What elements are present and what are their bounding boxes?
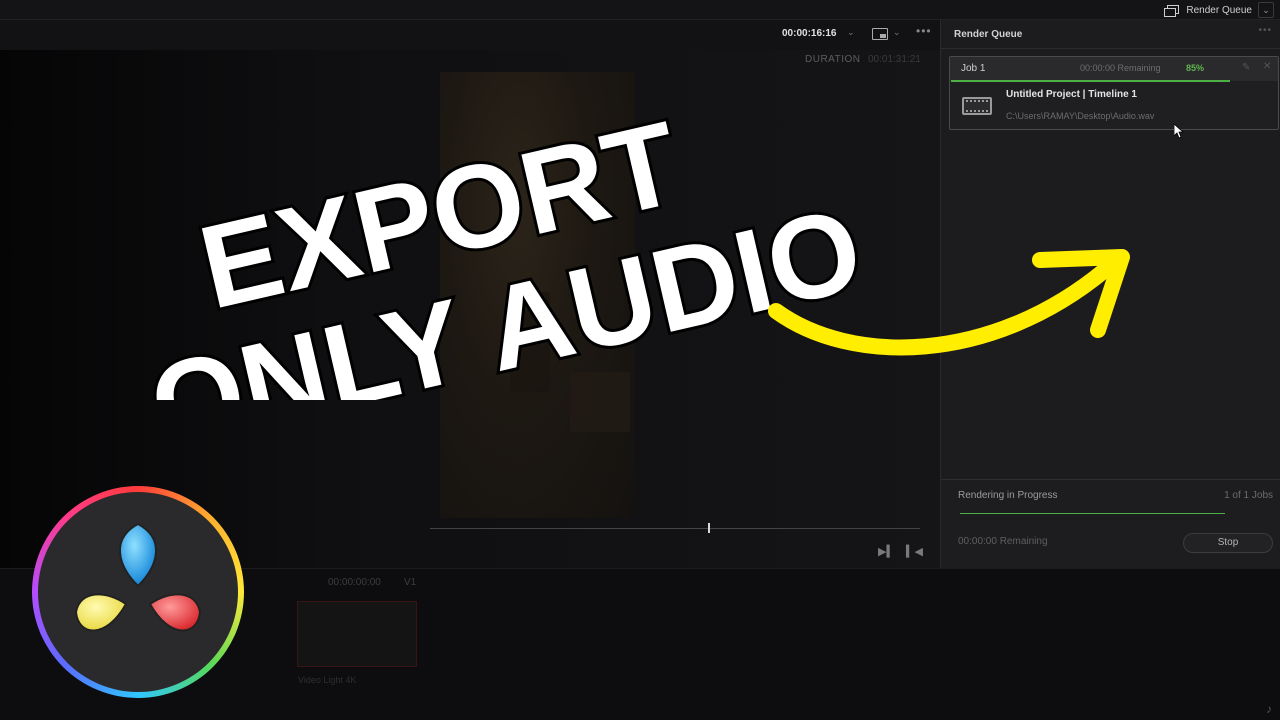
render-queue-icon xyxy=(1164,4,1180,17)
more-options-icon[interactable]: ••• xyxy=(1258,25,1272,36)
job-progress-bar xyxy=(951,80,1230,82)
cursor-icon xyxy=(1174,124,1184,139)
timeline-clip-name: Video Light 4K xyxy=(298,675,357,685)
render-queue-toggle[interactable]: Render Queue xyxy=(1164,0,1252,20)
edit-icon[interactable]: ✎ xyxy=(1242,62,1250,73)
job-remaining: 00:00:00 Remaining xyxy=(1080,63,1161,73)
previous-clip-icon[interactable]: ▍◀ xyxy=(906,545,923,558)
timeline-timecode: 00:00:00:00 xyxy=(328,577,381,588)
more-options-icon[interactable]: ••• xyxy=(916,24,932,38)
scrubber-track[interactable] xyxy=(430,528,920,529)
job-percent: 85% xyxy=(1186,63,1205,73)
job-output-path: C:\Users\RAMAY\Desktop\Audio.wav xyxy=(1006,111,1155,121)
render-status-label: Rendering in Progress xyxy=(958,490,1058,501)
film-icon xyxy=(962,97,992,115)
top-bar: Render Queue ⌄ xyxy=(0,0,1280,20)
render-status-footer: Rendering in Progress 1 of 1 Jobs 00:00:… xyxy=(941,479,1280,568)
render-queue-toggle-label: Render Queue xyxy=(1186,4,1252,16)
music-note-icon[interactable]: ♪ xyxy=(1266,702,1272,716)
chevron-down-icon[interactable]: ⌄ xyxy=(893,27,901,38)
divider xyxy=(941,48,1280,49)
render-job-header: Job 1 00:00:00 Remaining 85% ✎ ✕ xyxy=(950,57,1278,81)
stop-button[interactable]: Stop xyxy=(1183,533,1273,553)
close-icon[interactable]: ✕ xyxy=(1263,61,1271,72)
track-label: V1 xyxy=(404,577,417,588)
davinci-resolve-logo xyxy=(32,486,244,698)
chevron-down-icon[interactable]: ⌄ xyxy=(847,27,855,38)
render-job-count: 1 of 1 Jobs xyxy=(1224,490,1273,501)
viewer-options-icon[interactable] xyxy=(872,28,888,40)
viewer-timecode[interactable]: 00:00:16:16 xyxy=(782,28,836,39)
render-queue-title: Render Queue xyxy=(954,29,1023,40)
next-frame-icon[interactable]: ▶▍ xyxy=(878,545,895,558)
arrow-icon xyxy=(768,249,1130,356)
timeline-clip[interactable] xyxy=(297,601,417,667)
render-job-card[interactable]: Job 1 00:00:00 Remaining 85% ✎ ✕ Untitle… xyxy=(949,56,1279,130)
render-remaining: 00:00:00 Remaining xyxy=(958,536,1048,547)
job-project-title: Untitled Project | Timeline 1 xyxy=(1006,89,1137,100)
render-progress-bar xyxy=(960,513,1225,514)
chevron-down-icon[interactable]: ⌄ xyxy=(1258,2,1274,18)
job-name: Job 1 xyxy=(961,63,986,74)
playhead-handle[interactable] xyxy=(708,523,710,533)
